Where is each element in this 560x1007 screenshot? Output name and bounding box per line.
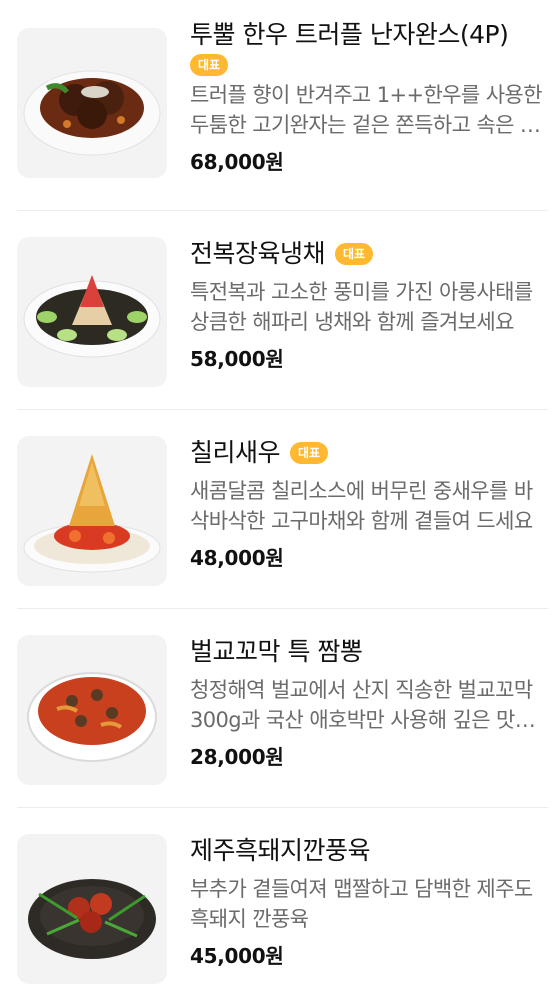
menu-price: 48,000원 [190, 546, 284, 570]
menu-description: 트러플 향이 반겨주고 1++한우를 사용한 두툼한 고기완자는 겉은 쫀득하고… [190, 83, 542, 137]
menu-price: 58,000원 [190, 347, 284, 371]
menu-title: 제주흑돼지깐풍육 [190, 836, 371, 865]
menu-description: 부추가 곁들여져 맵짤하고 담백한 제주도 흑돼지 깐풍육 [190, 877, 533, 931]
menu-item[interactable]: 전복장육냉채 대표 특전복과 고소한 풍미를 가진 아롱사태를 상큼한 해파리 … [0, 211, 560, 410]
signature-badge: 대표 [190, 54, 229, 76]
meatball-dish-image [17, 28, 167, 178]
menu-item[interactable]: 칠리새우 대표 새콤달콤 칠리소스에 버무린 중새우를 바삭바삭한 고구마채와 … [0, 410, 560, 609]
menu-description: 특전복과 고소한 풍미를 가진 아롱사태를 상큼한 해파리 냉채와 함께 즐겨보… [190, 280, 533, 334]
menu-title: 전복장육냉채 [190, 239, 326, 268]
menu-description: 새콤달콤 칠리소스에 버무린 중새우를 바삭바삭한 고구마채와 함께 곁들여 드… [190, 479, 533, 533]
menu-price: 45,000원 [190, 944, 284, 968]
menu-item[interactable]: 제주흑돼지깐풍육 부추가 곁들여져 맵짤하고 담백한 제주도 흑돼지 깐풍육 4… [0, 808, 560, 1007]
abalone-cold-dish-image [17, 237, 167, 387]
menu-item[interactable]: 투뿔 한우 트러플 난자완스(4P) 대표 트러플 향이 반겨주고 1++한우를… [0, 0, 560, 211]
menu-price: 28,000원 [190, 745, 284, 769]
kkanpung-pork-image [17, 834, 167, 984]
chili-shrimp-image [17, 436, 167, 586]
menu-title: 벌교꼬막 특 짬뽕 [190, 637, 363, 666]
menu-price: 68,000원 [190, 150, 284, 174]
menu-title: 투뿔 한우 트러플 난자완스(4P) [190, 20, 509, 49]
menu-description: 청정해역 벌교에서 산지 직송한 벌교꼬막 300g과 국산 애호박만 사용해 … [190, 678, 534, 732]
menu-item[interactable]: 벌교꼬막 특 짬뽕 청정해역 벌교에서 산지 직송한 벌교꼬막 300g과 국산… [0, 609, 560, 808]
menu-title: 칠리새우 [190, 438, 281, 467]
signature-badge: 대표 [290, 442, 329, 464]
signature-badge: 대표 [335, 243, 374, 265]
cockle-jjamppong-image [17, 635, 167, 785]
